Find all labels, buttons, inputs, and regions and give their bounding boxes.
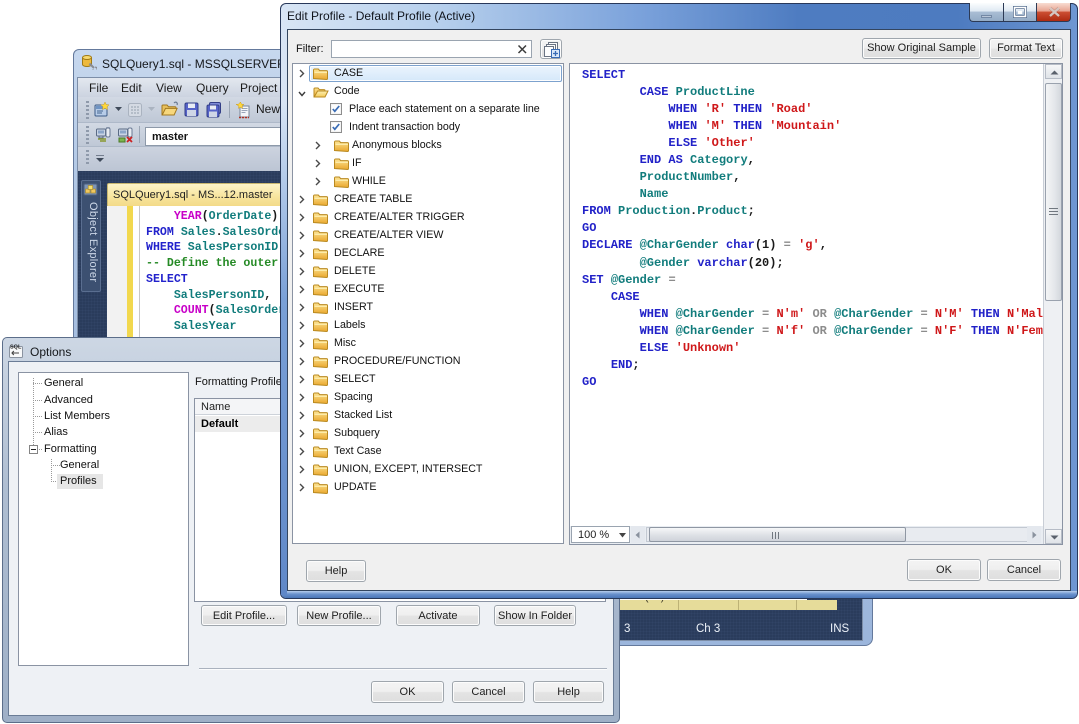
svg-text:SQL: SQL <box>10 345 22 351</box>
